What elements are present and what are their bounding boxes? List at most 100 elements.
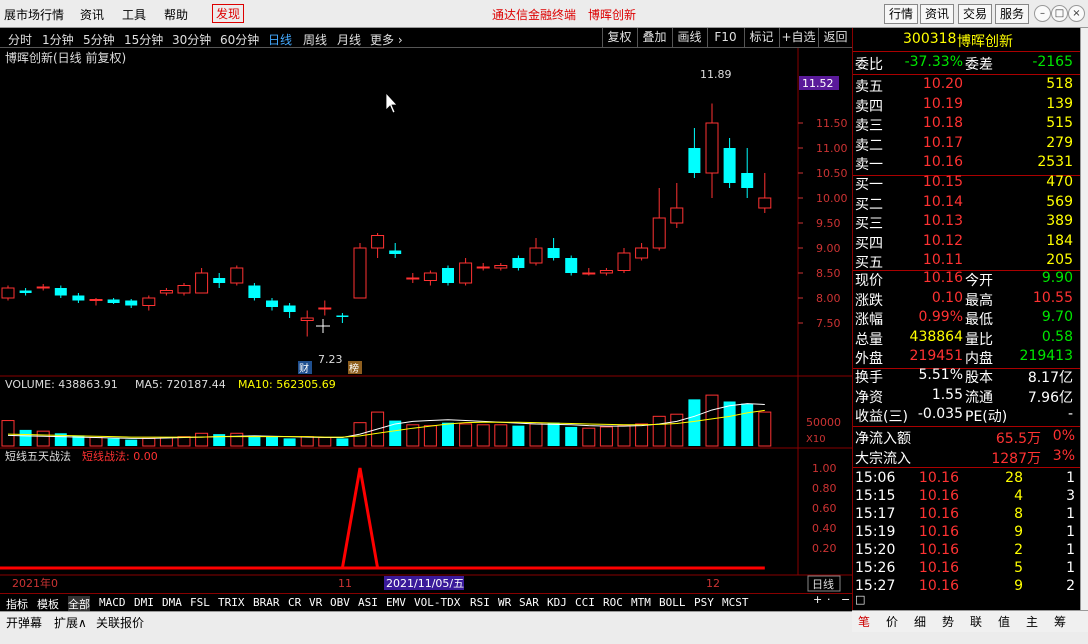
button-fuquan[interactable]: 复权 — [602, 28, 636, 47]
candle-body — [159, 290, 173, 294]
indicator-tab[interactable]: DMI — [134, 596, 154, 609]
volume-bar — [195, 432, 209, 447]
button-related-quote[interactable]: 关联报价 — [96, 614, 144, 631]
stat2-label: 净资 — [855, 389, 883, 406]
period-1min[interactable]: 1分钟 — [42, 31, 74, 48]
quote-tab[interactable]: 细 — [914, 613, 926, 630]
button-back[interactable]: 返回 — [818, 28, 852, 47]
panel-divider — [853, 426, 1081, 427]
quote-tab[interactable]: 筹 — [1054, 613, 1066, 630]
badge-finance-label: 财 — [299, 362, 309, 375]
period-intraday[interactable]: 分时 — [8, 31, 32, 48]
quote-tab[interactable]: 价 — [886, 613, 898, 630]
volume-bar — [283, 438, 296, 446]
stat2-value: -0.035 — [917, 406, 963, 422]
low-label: 7.23 — [318, 353, 343, 366]
minimize-icon[interactable]: – — [1034, 5, 1051, 22]
indicator-tab[interactable]: MACD — [99, 596, 126, 609]
period-more[interactable]: 更多 › — [370, 31, 403, 48]
menu-news[interactable]: 资讯 — [80, 6, 104, 23]
indicator-tab[interactable]: OBV — [330, 596, 350, 609]
period-weekly[interactable]: 周线 — [303, 31, 327, 48]
quote-tab[interactable]: 势 — [942, 613, 954, 630]
period-daily[interactable]: 日线 — [268, 31, 292, 48]
button-danmaku[interactable]: 开弹幕 — [6, 614, 42, 631]
zoom-control-icon[interactable]: · — [827, 593, 831, 606]
indicator-tab[interactable]: CCI — [575, 596, 595, 609]
sell-price: 10.19 — [922, 95, 963, 112]
button-trade[interactable]: 交易 — [958, 4, 992, 24]
maximize-icon[interactable]: □ — [1051, 5, 1068, 22]
indicator-tab[interactable]: MTM — [631, 596, 651, 609]
indicator-tab[interactable]: ROC — [603, 596, 623, 609]
indicator-tab[interactable]: 指标 — [6, 596, 28, 612]
indicator-tab[interactable]: VOL-TDX — [414, 596, 460, 609]
menu-help[interactable]: 帮助 — [164, 6, 188, 23]
tick-count: 2 — [1066, 578, 1075, 594]
period-monthly[interactable]: 月线 — [337, 31, 361, 48]
indicator-tab[interactable]: BOLL — [659, 596, 686, 609]
quote-tab[interactable]: 笔 — [858, 613, 870, 630]
button-quote[interactable]: 行情 — [884, 4, 918, 24]
period-60min[interactable]: 60分钟 — [220, 31, 259, 48]
tick-row: 15:26 10.16 5 1 — [853, 560, 1081, 579]
button-draw[interactable]: 画线 — [672, 28, 706, 47]
indicator-title[interactable]: 短线五天战法 — [5, 449, 71, 463]
zoom-control-icon[interactable]: □ — [855, 593, 865, 606]
sell-row: 卖三 10.18 515 — [853, 115, 1081, 134]
vertical-scrollbar[interactable] — [1080, 28, 1088, 610]
weicha-label: 委差 — [965, 57, 993, 73]
indicator-tab[interactable]: MCST — [722, 596, 749, 609]
indicator-tab[interactable]: CR — [288, 596, 301, 609]
indicator-tab[interactable]: VR — [309, 596, 322, 609]
indicator-tab[interactable]: RSI — [470, 596, 490, 609]
button-add-watchlist[interactable]: +自选 — [779, 28, 817, 47]
candle-body — [213, 278, 226, 283]
volume-bar — [565, 426, 578, 446]
button-overlay[interactable]: 叠加 — [637, 28, 671, 47]
indicator-tab[interactable]: FSL — [190, 596, 210, 609]
kline-chart[interactable]: 博晖创新(日线 前复权) 11.50 11.00 10.50 10.00 9.50 9.0… — [0, 48, 852, 593]
buy-level-label: 买四 — [855, 235, 883, 252]
indicator-tab[interactable]: KDJ — [547, 596, 567, 609]
indicator-tab[interactable]: EMV — [386, 596, 406, 609]
price-tick-label: 11.00 — [816, 142, 848, 155]
period-15min[interactable]: 15分钟 — [124, 31, 163, 48]
candle-body — [423, 272, 437, 281]
indicator-tab[interactable]: 模板 — [37, 596, 59, 612]
zoom-control-icon[interactable]: + — [813, 593, 822, 606]
candle-body — [72, 295, 85, 301]
quote-tab[interactable]: 值 — [998, 613, 1010, 630]
button-service[interactable]: 服务 — [995, 4, 1029, 24]
period-5min[interactable]: 5分钟 — [83, 31, 115, 48]
indicator-tab[interactable]: DMA — [162, 596, 182, 609]
candle-body — [195, 272, 209, 294]
button-f10[interactable]: F10 — [707, 28, 743, 47]
quote-tab[interactable]: 主 — [1026, 613, 1038, 630]
indicator-tab[interactable]: PSY — [694, 596, 714, 609]
button-expand[interactable]: 扩展∧ — [54, 614, 87, 631]
indicator-tab[interactable]: 全部 — [68, 596, 90, 612]
button-mark[interactable]: 标记 — [744, 28, 778, 47]
tick-price: 10.16 — [918, 470, 959, 486]
indicator-tab[interactable]: BRAR — [253, 596, 280, 609]
current-price-value: 11.52 — [802, 77, 834, 90]
menu-market[interactable]: 展市场行情 — [4, 6, 64, 23]
quote-header: 300318 博晖创新 — [853, 31, 1081, 50]
indicator-tab[interactable]: WR — [498, 596, 511, 609]
menu-discover[interactable]: 发现 — [212, 4, 245, 23]
indicator-tab[interactable]: TRIX — [218, 596, 245, 609]
indicator-tab[interactable]: SAR — [519, 596, 539, 609]
menu-tools[interactable]: 工具 — [122, 6, 146, 23]
indicator-bar: 指标 模板 全部 MACD DMI DMA FSL TRIX BRAR CR VR OBV ASI EMV… — [0, 593, 852, 612]
tick-price: 10.16 — [918, 542, 959, 558]
period-30min[interactable]: 30分钟 — [172, 31, 211, 48]
close-icon[interactable]: × — [1068, 5, 1085, 22]
zoom-control-icon[interactable]: − — [841, 593, 850, 606]
sell-volume: 515 — [1046, 115, 1073, 131]
button-news[interactable]: 资讯 — [920, 4, 954, 24]
stat-value: 9.70 — [1041, 309, 1073, 325]
indicator-tab[interactable]: ASI — [358, 596, 378, 609]
quote-tab[interactable]: 联 — [970, 613, 982, 630]
candle-body — [142, 297, 156, 306]
